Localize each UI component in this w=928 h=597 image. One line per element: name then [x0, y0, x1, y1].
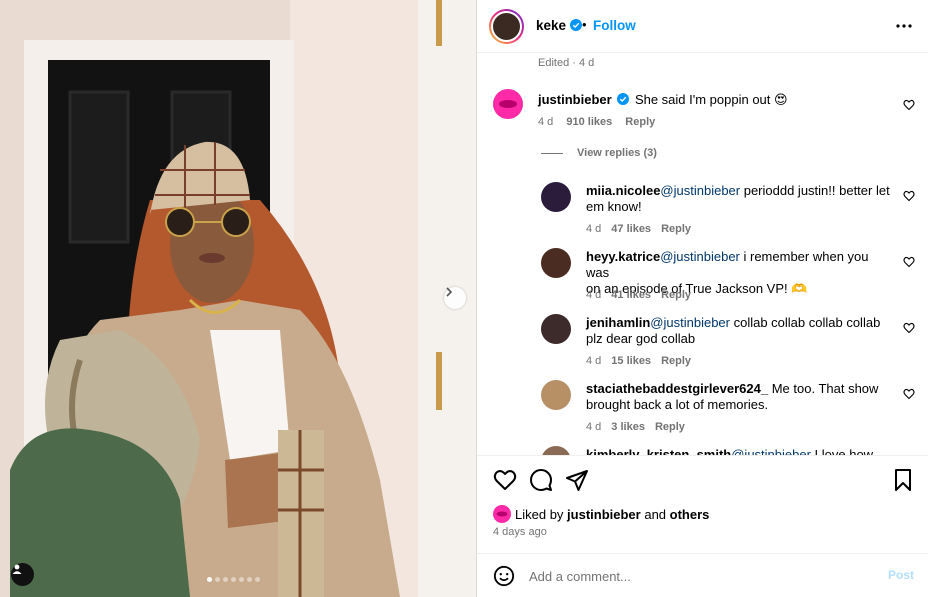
reply-button[interactable]: Reply [655, 421, 685, 433]
more-icon[interactable] [893, 16, 915, 36]
reply-mention[interactable]: @justinbieber [660, 183, 740, 198]
comment-input[interactable] [529, 566, 869, 586]
liked-by-row: Liked by justinbieber and others [493, 505, 709, 523]
reply-likes[interactable]: 15 likes [611, 355, 651, 367]
heart-icon[interactable] [493, 468, 517, 492]
reply-username[interactable]: jenihamlin [586, 315, 650, 330]
lips-avatar-icon [499, 100, 517, 108]
reply-text-line1: Me too. That show [768, 381, 879, 396]
carousel-dot [239, 577, 244, 582]
comments-list[interactable]: Edited · 4 d justinbieber She said I'm p… [477, 54, 928, 455]
reply-time: 4 d [586, 223, 602, 235]
carousel-dot [215, 577, 220, 582]
reply-button[interactable]: Reply [661, 289, 691, 301]
reply-text-line2: plz dear god collab [586, 331, 696, 346]
reply-text-line1: perioddd justin!! better let [740, 183, 890, 198]
verified-icon [617, 93, 630, 105]
user-tags-button[interactable] [11, 563, 34, 586]
heart-icon[interactable] [903, 388, 915, 400]
reply-username[interactable]: heyy.katrice [586, 249, 660, 264]
verified-icon [569, 19, 582, 31]
post-timestamp[interactable]: 4 days ago [493, 526, 547, 538]
author-username-row[interactable]: keke [536, 18, 582, 33]
heart-icon[interactable] [903, 322, 915, 334]
reply-mention[interactable]: @justinbieber [660, 249, 740, 264]
comment-icon[interactable] [529, 468, 553, 492]
view-replies-button[interactable]: View replies (3) [541, 147, 657, 159]
commenter-avatar[interactable] [541, 182, 571, 212]
reply-body: jenihamlin@justinbieber collab collab co… [586, 315, 891, 347]
photo-illustration [0, 0, 476, 597]
reply-likes[interactable]: 3 likes [611, 421, 645, 433]
carousel-indicator [207, 577, 260, 582]
reply-mention[interactable]: @justinbieber [650, 315, 730, 330]
carousel-dot [231, 577, 236, 582]
reply-text-line2: brought back a lot of memories. [586, 397, 769, 412]
reply-body: miia.nicolee@justinbieber perioddd justi… [586, 183, 891, 215]
comment-time: 4 d [538, 116, 554, 128]
reply-button[interactable]: Reply [625, 116, 655, 128]
commenter-avatar[interactable] [493, 89, 523, 119]
liked-by-prefix: Liked by [515, 507, 568, 522]
follow-button[interactable]: Follow [593, 18, 636, 33]
liked-by-others[interactable]: others [670, 507, 710, 522]
reply-body: kimberly_kristen_smith@justinbieber I lo… [586, 447, 891, 455]
liked-by-middle: and [640, 507, 670, 522]
reply-likes[interactable]: 47 likes [611, 223, 651, 235]
post-actions: Liked by justinbieber and others 4 days … [477, 455, 928, 597]
lips-avatar-icon [496, 511, 508, 517]
author-avatar[interactable] [489, 9, 524, 44]
reply-body: staciathebaddestgirlever624_ Me too. Tha… [586, 381, 891, 413]
reply-username[interactable]: staciathebaddestgirlever624_ [586, 381, 768, 396]
comment-body: justinbieber She said I'm poppin out 😍 [538, 92, 868, 108]
heart-icon[interactable] [903, 256, 915, 268]
share-icon[interactable] [565, 468, 589, 492]
reply-time: 4 d [586, 421, 602, 433]
add-comment-bar: Post [477, 553, 928, 597]
edited-label: Edited · 4 d [538, 57, 595, 69]
post-comment-button[interactable]: Post [888, 568, 914, 582]
bookmark-icon[interactable] [891, 468, 915, 492]
reply-time: 4 d [586, 355, 602, 367]
reply-button[interactable]: Reply [661, 355, 691, 367]
commenter-avatar[interactable] [541, 248, 571, 278]
post-side-panel: keke • Follow Edited · 4 d justinbieber [476, 0, 928, 597]
reply-likes[interactable]: 41 likes [611, 289, 651, 301]
carousel-dot [223, 577, 228, 582]
reply-username[interactable]: miia.nicolee [586, 183, 660, 198]
chevron-right-icon [446, 287, 453, 297]
author-username[interactable]: keke [536, 18, 566, 33]
commenter-avatar[interactable] [541, 380, 571, 410]
heart-icon[interactable] [903, 190, 915, 202]
carousel-dot [207, 577, 212, 582]
comment-likes[interactable]: 910 likes [566, 116, 612, 128]
liker-avatar[interactable] [493, 505, 511, 523]
post-header: keke • Follow [477, 0, 928, 53]
liked-by-user[interactable]: justinbieber [567, 507, 641, 522]
comment-meta: 4 d 910 likes Reply [538, 116, 665, 128]
commenter-avatar[interactable] [541, 314, 571, 344]
reply-time: 4 d [586, 289, 602, 301]
comment-username[interactable]: justinbieber [538, 92, 612, 107]
reply-meta: 4 d 3 likes Reply [586, 421, 695, 433]
carousel-next-button[interactable] [444, 287, 466, 309]
reply-text-line2: em know! [586, 199, 642, 214]
heart-icon[interactable] [903, 99, 915, 111]
commenter-avatar[interactable] [541, 446, 571, 455]
reply-text-line1: collab collab collab collab [729, 315, 881, 330]
comment-text: She said I'm poppin out 😍 [634, 92, 788, 107]
emoji-icon[interactable] [493, 565, 515, 587]
separator-dot: • [582, 17, 587, 32]
post-photo [0, 0, 476, 597]
reply-username[interactable]: kimberly_kristen_smith [586, 447, 731, 455]
reply-meta: 4 d 15 likes Reply [586, 355, 701, 367]
user-tag-icon [12, 564, 22, 574]
reply-meta: 4 d 41 likes Reply [586, 289, 701, 301]
reply-meta: 4 d 47 likes Reply [586, 223, 701, 235]
carousel-dot [255, 577, 260, 582]
reply-mention[interactable]: @justinbieber [731, 447, 811, 455]
reply-button[interactable]: Reply [661, 223, 691, 235]
carousel-dot [247, 577, 252, 582]
